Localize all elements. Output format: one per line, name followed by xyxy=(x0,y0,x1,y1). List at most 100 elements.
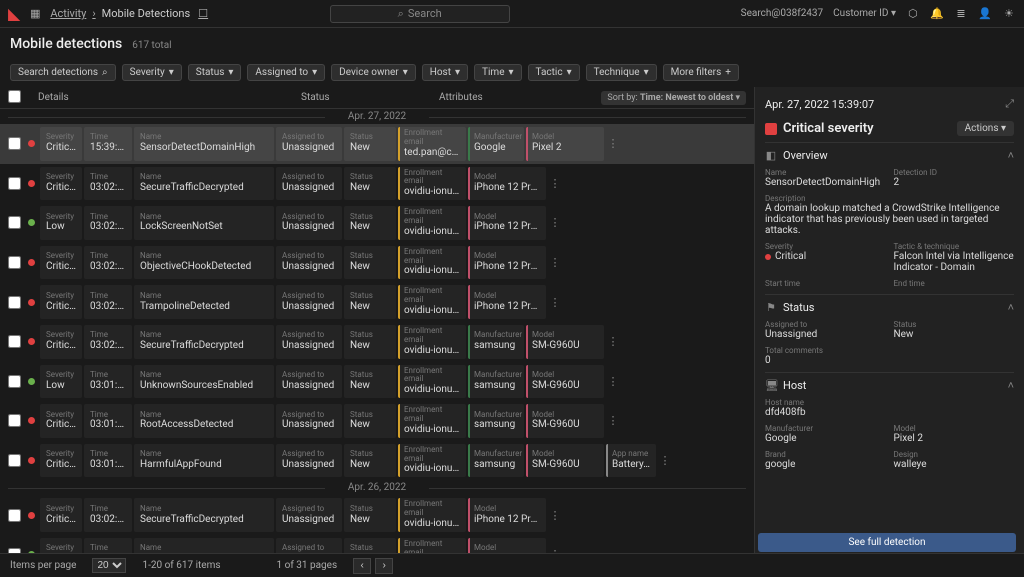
date-divider: Apr. 27, 2022 xyxy=(0,109,754,124)
col-status[interactable]: Status xyxy=(301,92,439,103)
stack-icon[interactable]: ≣ xyxy=(954,7,968,20)
severity-dot xyxy=(24,246,38,280)
filter-chip[interactable]: Severity▾ xyxy=(122,64,182,81)
sort-dropdown[interactable]: Sort by: Time: Newest to oldest ▾ xyxy=(601,91,746,105)
sun-icon[interactable]: ☀ xyxy=(1002,7,1016,20)
filter-chip[interactable]: Time▾ xyxy=(474,64,522,81)
bookmark-icon[interactable]: ☐ xyxy=(196,7,210,20)
row-checkbox[interactable] xyxy=(8,177,21,190)
panel-timestamp: Apr. 27, 2022 15:39:07 xyxy=(765,98,874,111)
customer-id-dropdown[interactable]: Customer ID ▾ xyxy=(833,8,896,19)
severity-dot xyxy=(24,444,38,478)
col-details[interactable]: Details xyxy=(26,92,301,103)
filter-chip[interactable]: Tactic▾ xyxy=(528,64,580,81)
status-icon: ⚑ xyxy=(765,301,777,314)
page-header: Mobile detections 617 total xyxy=(0,28,1024,60)
breadcrumb-root[interactable]: Activity xyxy=(50,7,86,20)
row-menu-icon[interactable]: ⋮ xyxy=(658,444,672,478)
severity-dot xyxy=(24,325,38,359)
row-menu-icon[interactable]: ⋮ xyxy=(548,246,562,280)
row-checkbox[interactable] xyxy=(8,548,21,553)
filter-chip[interactable]: Device owner▾ xyxy=(331,64,416,81)
detection-row[interactable]: SeverityCriticalTime03:02:01NameSecureTr… xyxy=(0,322,754,362)
breadcrumb: Activity › Mobile Detections ☐ xyxy=(50,7,210,20)
filter-chip[interactable]: Assigned to▾ xyxy=(247,64,325,81)
range-label: 1-20 of 617 items xyxy=(142,560,220,571)
select-all-checkbox[interactable] xyxy=(8,90,21,103)
severity-title: Critical severity xyxy=(783,121,874,136)
row-menu-icon[interactable]: ⋮ xyxy=(548,167,562,201)
detections-table: Details Status Attributes Sort by: Time:… xyxy=(0,87,754,553)
detection-row[interactable]: SeverityLowTime03:02:41NameLockScreenNot… xyxy=(0,535,754,553)
severity-dot xyxy=(24,206,38,240)
logo-icon: ◣ xyxy=(8,4,20,23)
col-attributes[interactable]: Attributes xyxy=(439,92,601,103)
row-menu-icon[interactable]: ⋮ xyxy=(606,127,620,161)
prev-page-button[interactable]: ‹ xyxy=(353,558,371,574)
overview-icon: ◧ xyxy=(765,149,777,162)
top-bar: ◣ ▦ Activity › Mobile Detections ☐ ⌕ Sea… xyxy=(0,0,1024,28)
detection-row[interactable]: SeverityCriticalTime03:01:43NameHarmfulA… xyxy=(0,441,754,481)
collapse-icon[interactable]: ˄ xyxy=(1008,301,1014,314)
detection-row[interactable]: SeverityCriticalTime03:02:45NameObjectiv… xyxy=(0,243,754,283)
severity-dot xyxy=(24,404,38,438)
breadcrumb-page[interactable]: Mobile Detections xyxy=(102,7,191,20)
row-menu-icon[interactable]: ⋮ xyxy=(606,404,620,438)
detection-row[interactable]: SeverityCriticalTime03:02:45NameTrampoli… xyxy=(0,282,754,322)
expand-icon[interactable]: ⤢ xyxy=(1005,97,1014,111)
actions-dropdown[interactable]: Actions ▾ xyxy=(957,121,1014,136)
row-checkbox[interactable] xyxy=(8,256,21,269)
row-menu-icon[interactable]: ⋮ xyxy=(548,538,562,553)
severity-dot xyxy=(24,538,38,553)
row-menu-icon[interactable]: ⋮ xyxy=(606,365,620,399)
filter-chip[interactable]: Technique▾ xyxy=(586,64,657,81)
row-menu-icon[interactable]: ⋮ xyxy=(548,206,562,240)
row-menu-icon[interactable]: ⋮ xyxy=(548,285,562,319)
grid-icon[interactable]: ▦ xyxy=(28,7,42,20)
collapse-icon[interactable]: ˄ xyxy=(1008,149,1014,162)
row-checkbox[interactable] xyxy=(8,375,21,388)
page-label: 1 of 31 pages xyxy=(277,560,338,571)
filter-chip[interactable]: Status▾ xyxy=(188,64,242,81)
row-menu-icon[interactable]: ⋮ xyxy=(548,498,562,532)
search-icon: ⌕ xyxy=(398,7,404,21)
page-title: Mobile detections xyxy=(10,36,122,52)
severity-dot xyxy=(24,365,38,399)
host-icon: 🖥 xyxy=(765,379,777,392)
detection-row[interactable]: SeverityCriticalTime03:02:47NameSecureTr… xyxy=(0,164,754,204)
next-page-button[interactable]: › xyxy=(375,558,393,574)
pagination-footer: Items per page 20 1-20 of 617 items 1 of… xyxy=(0,553,1024,577)
severity-dot xyxy=(24,498,38,532)
severity-square-icon xyxy=(765,123,777,135)
search-detections-chip[interactable]: Search detections⌕ xyxy=(10,64,116,81)
filter-bar: Search detections⌕ Severity▾ Status▾ Assig… xyxy=(0,60,1024,87)
table-header: Details Status Attributes Sort by: Time:… xyxy=(0,87,754,109)
detection-row[interactable]: SeverityLowTime03:01:58NameUnknownSource… xyxy=(0,362,754,402)
see-full-detection-button[interactable]: See full detection xyxy=(758,533,1016,552)
bell-icon[interactable]: 🔔 xyxy=(930,7,944,20)
row-checkbox[interactable] xyxy=(8,216,21,229)
row-checkbox[interactable] xyxy=(8,335,21,348)
detail-panel: Apr. 27, 2022 15:39:07 ⤢ Critical severi… xyxy=(754,87,1024,553)
detection-row[interactable]: SeverityLowTime03:02:46NameLockScreenNot… xyxy=(0,203,754,243)
row-checkbox[interactable] xyxy=(8,509,21,522)
shield-icon[interactable]: ⬡ xyxy=(906,7,920,20)
global-search[interactable]: ⌕ Search xyxy=(330,5,510,23)
user-icon[interactable]: 👤 xyxy=(978,7,992,20)
more-filters-chip[interactable]: More filters+ xyxy=(663,64,739,81)
row-checkbox[interactable] xyxy=(8,137,21,150)
row-checkbox[interactable] xyxy=(8,414,21,427)
collapse-icon[interactable]: ˄ xyxy=(1008,379,1014,392)
filter-chip[interactable]: Host▾ xyxy=(422,64,468,81)
detection-row[interactable]: SeverityCriticalTime03:02:42NameSecureTr… xyxy=(0,495,754,535)
row-checkbox[interactable] xyxy=(8,454,21,467)
user-search-label: Search@038f2437 xyxy=(741,8,824,19)
detection-row[interactable]: SeverityCriticalTime03:01:45NameRootAcce… xyxy=(0,401,754,441)
severity-dot xyxy=(24,167,38,201)
date-divider: Apr. 26, 2022 xyxy=(0,480,754,495)
detection-row[interactable]: SeverityCriticalTime15:39:07NameSensorDe… xyxy=(0,124,754,164)
row-menu-icon[interactable]: ⋮ xyxy=(606,325,620,359)
severity-dot xyxy=(24,285,38,319)
row-checkbox[interactable] xyxy=(8,296,21,309)
items-per-page-select[interactable]: 20 xyxy=(92,558,126,573)
